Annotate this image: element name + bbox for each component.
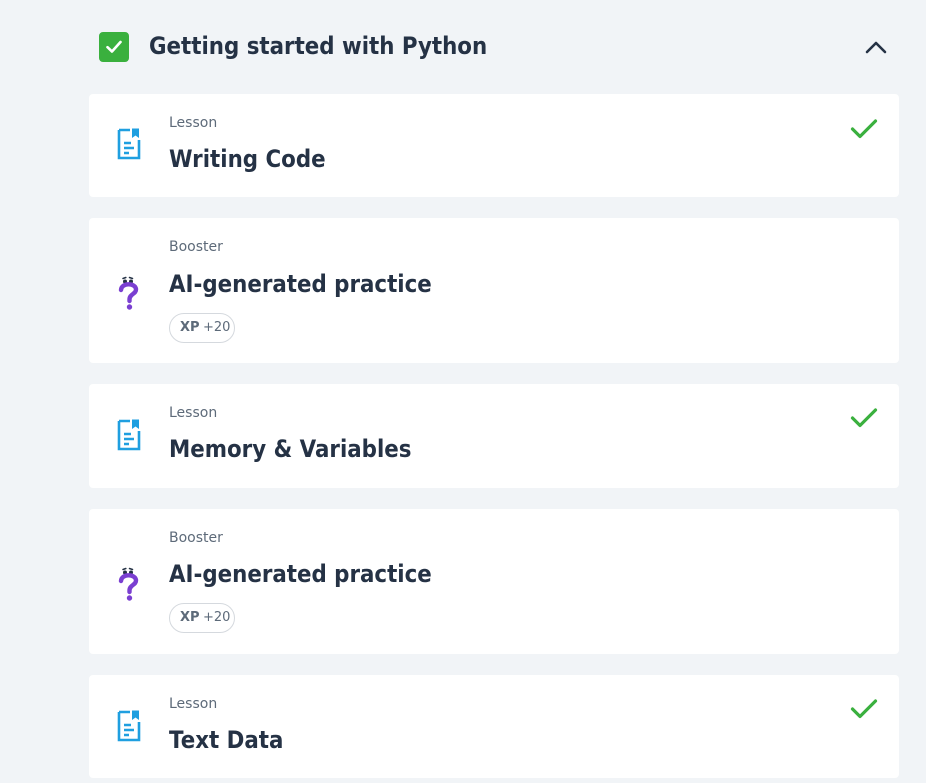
completed-check-icon <box>850 119 878 139</box>
item-title: Text Data <box>169 726 284 754</box>
chapter-complete-checkbox <box>99 32 129 62</box>
booster-card[interactable]: Booster AI-generated practice XP +20 <box>89 218 899 363</box>
lesson-document-icon <box>117 710 141 742</box>
lesson-card[interactable]: Lesson Text Data <box>89 675 899 778</box>
chapter-header[interactable]: Getting started with Python <box>99 30 891 62</box>
item-type-label: Lesson <box>169 696 218 712</box>
lesson-card[interactable]: Lesson Memory & Variables <box>89 384 899 488</box>
xp-reward-badge: XP +20 <box>169 313 235 343</box>
lesson-document-icon <box>117 128 141 160</box>
xp-label: XP <box>180 610 200 625</box>
item-type-label: Booster <box>169 530 223 546</box>
question-mark-character-icon <box>118 276 139 310</box>
xp-value: +20 <box>203 610 231 625</box>
xp-value: +20 <box>203 320 231 335</box>
question-mark-character-icon <box>118 567 139 601</box>
completed-check-icon <box>850 408 878 428</box>
collapse-button[interactable] <box>863 36 889 58</box>
booster-card[interactable]: Booster AI-generated practice XP +20 <box>89 509 899 654</box>
item-title: Writing Code <box>169 145 326 173</box>
xp-reward-badge: XP +20 <box>169 603 235 633</box>
chevron-up-icon <box>865 41 887 54</box>
item-type-label: Lesson <box>169 115 218 131</box>
item-title: AI-generated practice <box>169 270 432 298</box>
item-type-label: Booster <box>169 239 223 255</box>
completed-check-icon <box>850 699 878 719</box>
item-title: Memory & Variables <box>169 435 412 463</box>
lesson-document-icon <box>117 419 141 451</box>
item-type-label: Lesson <box>169 405 218 421</box>
lesson-card[interactable]: Lesson Writing Code <box>89 94 899 197</box>
xp-label: XP <box>180 320 200 335</box>
item-title: AI-generated practice <box>169 560 432 588</box>
chapter-title: Getting started with Python <box>149 32 488 60</box>
check-icon <box>106 40 122 53</box>
